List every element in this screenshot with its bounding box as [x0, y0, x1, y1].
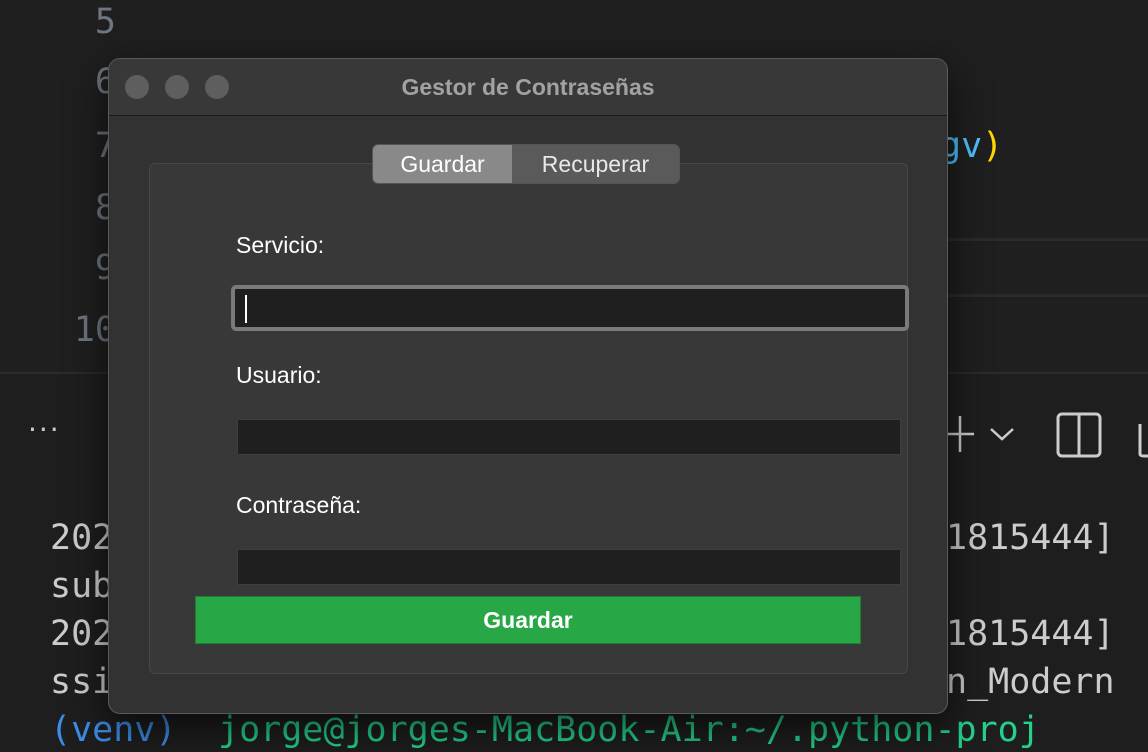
- new-terminal-icon[interactable]: [946, 412, 976, 460]
- tab-bar: Guardar Recuperar: [372, 144, 680, 184]
- line-number: 10: [73, 310, 116, 350]
- title-bar[interactable]: Gestor de Contraseñas: [109, 59, 947, 116]
- line-highlight: [946, 238, 1148, 241]
- terminal-line: 202: [50, 614, 114, 654]
- terminal-line: 202: [50, 518, 114, 558]
- password-manager-window: Gestor de Contraseñas Servicio: Usuario:…: [108, 58, 948, 714]
- terminal-prompt-user: jorge@jorges-MacBook-Air:~/.python-proj: [218, 710, 1040, 750]
- tab-recuperar[interactable]: Recuperar: [512, 145, 679, 183]
- line-number: 7: [94, 126, 116, 166]
- terminal-line: 1815444]: [946, 518, 1115, 558]
- terminal-line: sub: [50, 566, 114, 606]
- code-paren: ): [982, 126, 1004, 166]
- terminal-prompt-venv: (venv): [50, 710, 177, 750]
- line-number: 6: [94, 62, 116, 102]
- line-number: 5: [94, 2, 116, 42]
- line-number: 9: [94, 248, 116, 288]
- terminal-line: 1815444]: [946, 614, 1115, 654]
- split-terminal-icon[interactable]: [1056, 412, 1104, 462]
- save-button[interactable]: Guardar: [195, 596, 861, 644]
- window-title: Gestor de Contraseñas: [401, 74, 655, 100]
- user-input[interactable]: [237, 419, 901, 455]
- tab-guardar[interactable]: Guardar: [373, 145, 512, 183]
- more-actions-icon[interactable]: ···: [28, 410, 61, 450]
- text-caret: [245, 295, 247, 323]
- service-label: Servicio:: [236, 232, 325, 258]
- terminal-line: n_Modern: [946, 662, 1115, 702]
- line-number: 8: [94, 188, 116, 228]
- service-input[interactable]: [231, 285, 909, 331]
- chevron-down-icon[interactable]: [988, 424, 1016, 448]
- password-input[interactable]: [237, 549, 901, 585]
- terminal-line: ssi: [50, 662, 114, 702]
- user-label: Usuario:: [236, 362, 322, 388]
- trash-icon[interactable]: [1136, 416, 1148, 462]
- password-label: Contraseña:: [236, 492, 362, 518]
- line-highlight: [946, 294, 1148, 297]
